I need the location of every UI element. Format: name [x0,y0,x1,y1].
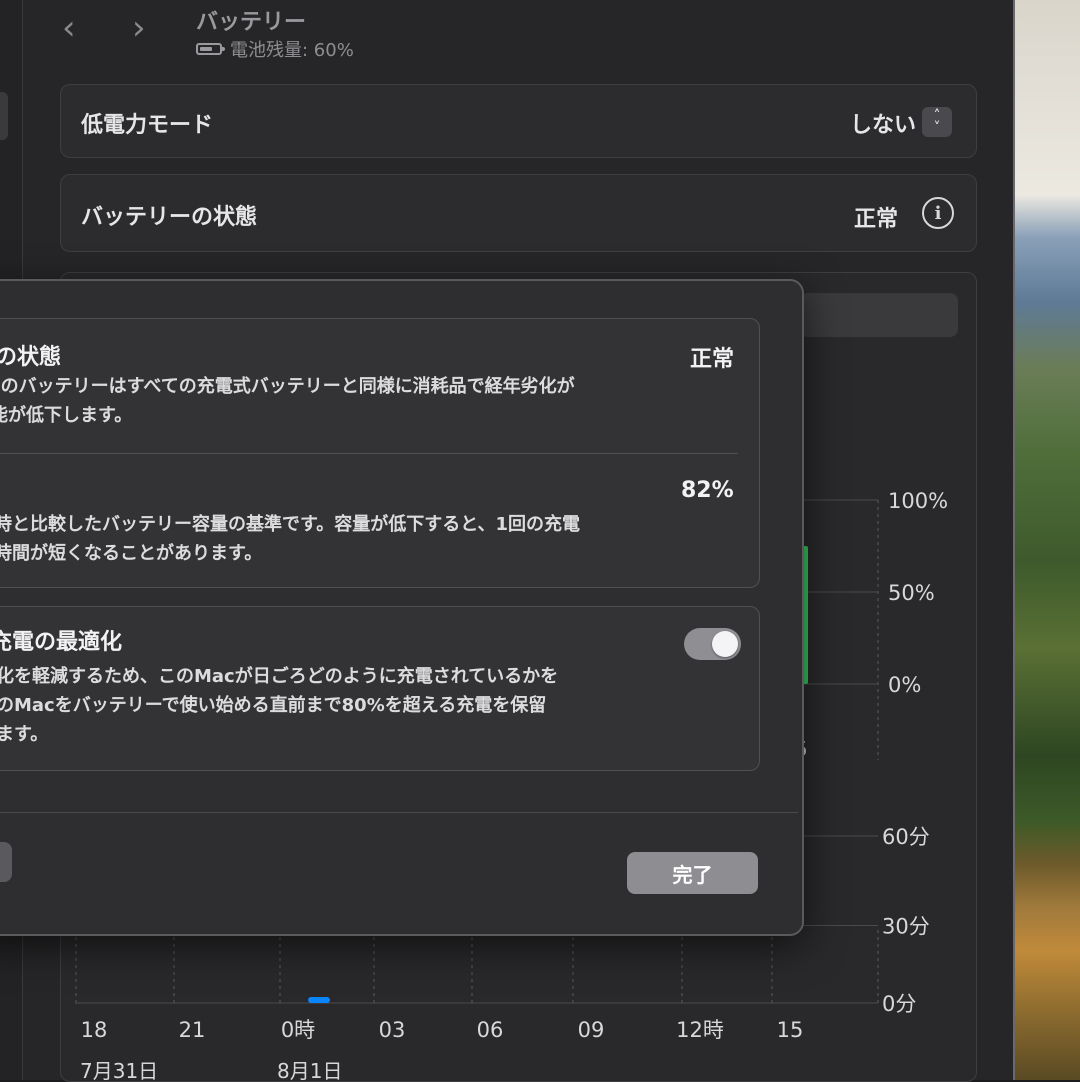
usage-chart-x-tick: 15 [777,1018,804,1042]
optimized-charging-line: 化を軽減するため、このMacが日ごろどのように充電されているかを [0,666,559,687]
usage-bar [308,997,330,1003]
card-divider [0,453,738,454]
usage-chart-x-tick: 18 [81,1018,108,1042]
desktop-wallpaper [1015,0,1080,1080]
health-description-line: cのバッテリーはすべての充電式バッテリーと同様に消耗品で経年劣化が [0,376,575,397]
battery-chart-y-tick: 50% [888,581,935,605]
capacity-description-line: 時間が短くなることがあります。 [0,543,263,564]
usage-chart-x-tick: 06 [477,1018,504,1042]
usage-chart-x-tick: 09 [578,1018,605,1042]
optimized-charging-line: のMacをバッテリーで使い始める直前まで80%を超える充電を保留 [0,695,547,716]
battery-chart-y-tick: 0% [888,673,921,697]
usage-chart-y-tick: 0分 [882,992,916,1016]
health-description: cのバッテリーはすべての充電式バッテリーと同様に消耗品で経年劣化が 能が低下しま… [0,372,575,430]
sheet-footer-divider [0,812,798,813]
usage-chart-y-tick: 60分 [882,825,930,849]
health-description-line: 能が低下します。 [0,405,133,426]
sheet-secondary-button[interactable] [0,842,12,882]
maximum-capacity-value: 82% [681,478,734,503]
optimized-charging-line: ます。 [0,724,49,745]
capacity-description-line: 時と比較したバッテリー容量の基準です。容量が低下すると、1回の充電 [0,514,581,535]
optimized-charging-title: 充電の最適化 [0,630,123,655]
done-button[interactable]: 完了 [627,852,758,894]
usage-chart-date-label: 8月1日 [277,1059,342,1080]
toggle-knob [712,631,738,657]
usage-chart-x-tick: 03 [379,1018,406,1042]
usage-chart-x-tick: 21 [179,1018,206,1042]
usage-chart-y-tick: 30分 [882,915,930,939]
usage-chart-x-tick: 12時 [676,1018,724,1042]
usage-chart-x-tick: 0時 [281,1018,315,1042]
usage-chart-date-label: 7月31日 [80,1059,158,1080]
health-status-value: 正常 [690,347,735,372]
optimized-charging-toggle[interactable] [684,628,741,660]
health-title: の状態 [0,345,62,370]
battery-chart-y-tick: 100% [888,489,948,513]
optimized-charging-description: 化を軽減するため、このMacが日ごろどのように充電されているかを のMacをバッ… [0,662,558,749]
capacity-description: 時と比較したバッテリー容量の基準です。容量が低下すると、1回の充電 時間が短くな… [0,510,580,568]
